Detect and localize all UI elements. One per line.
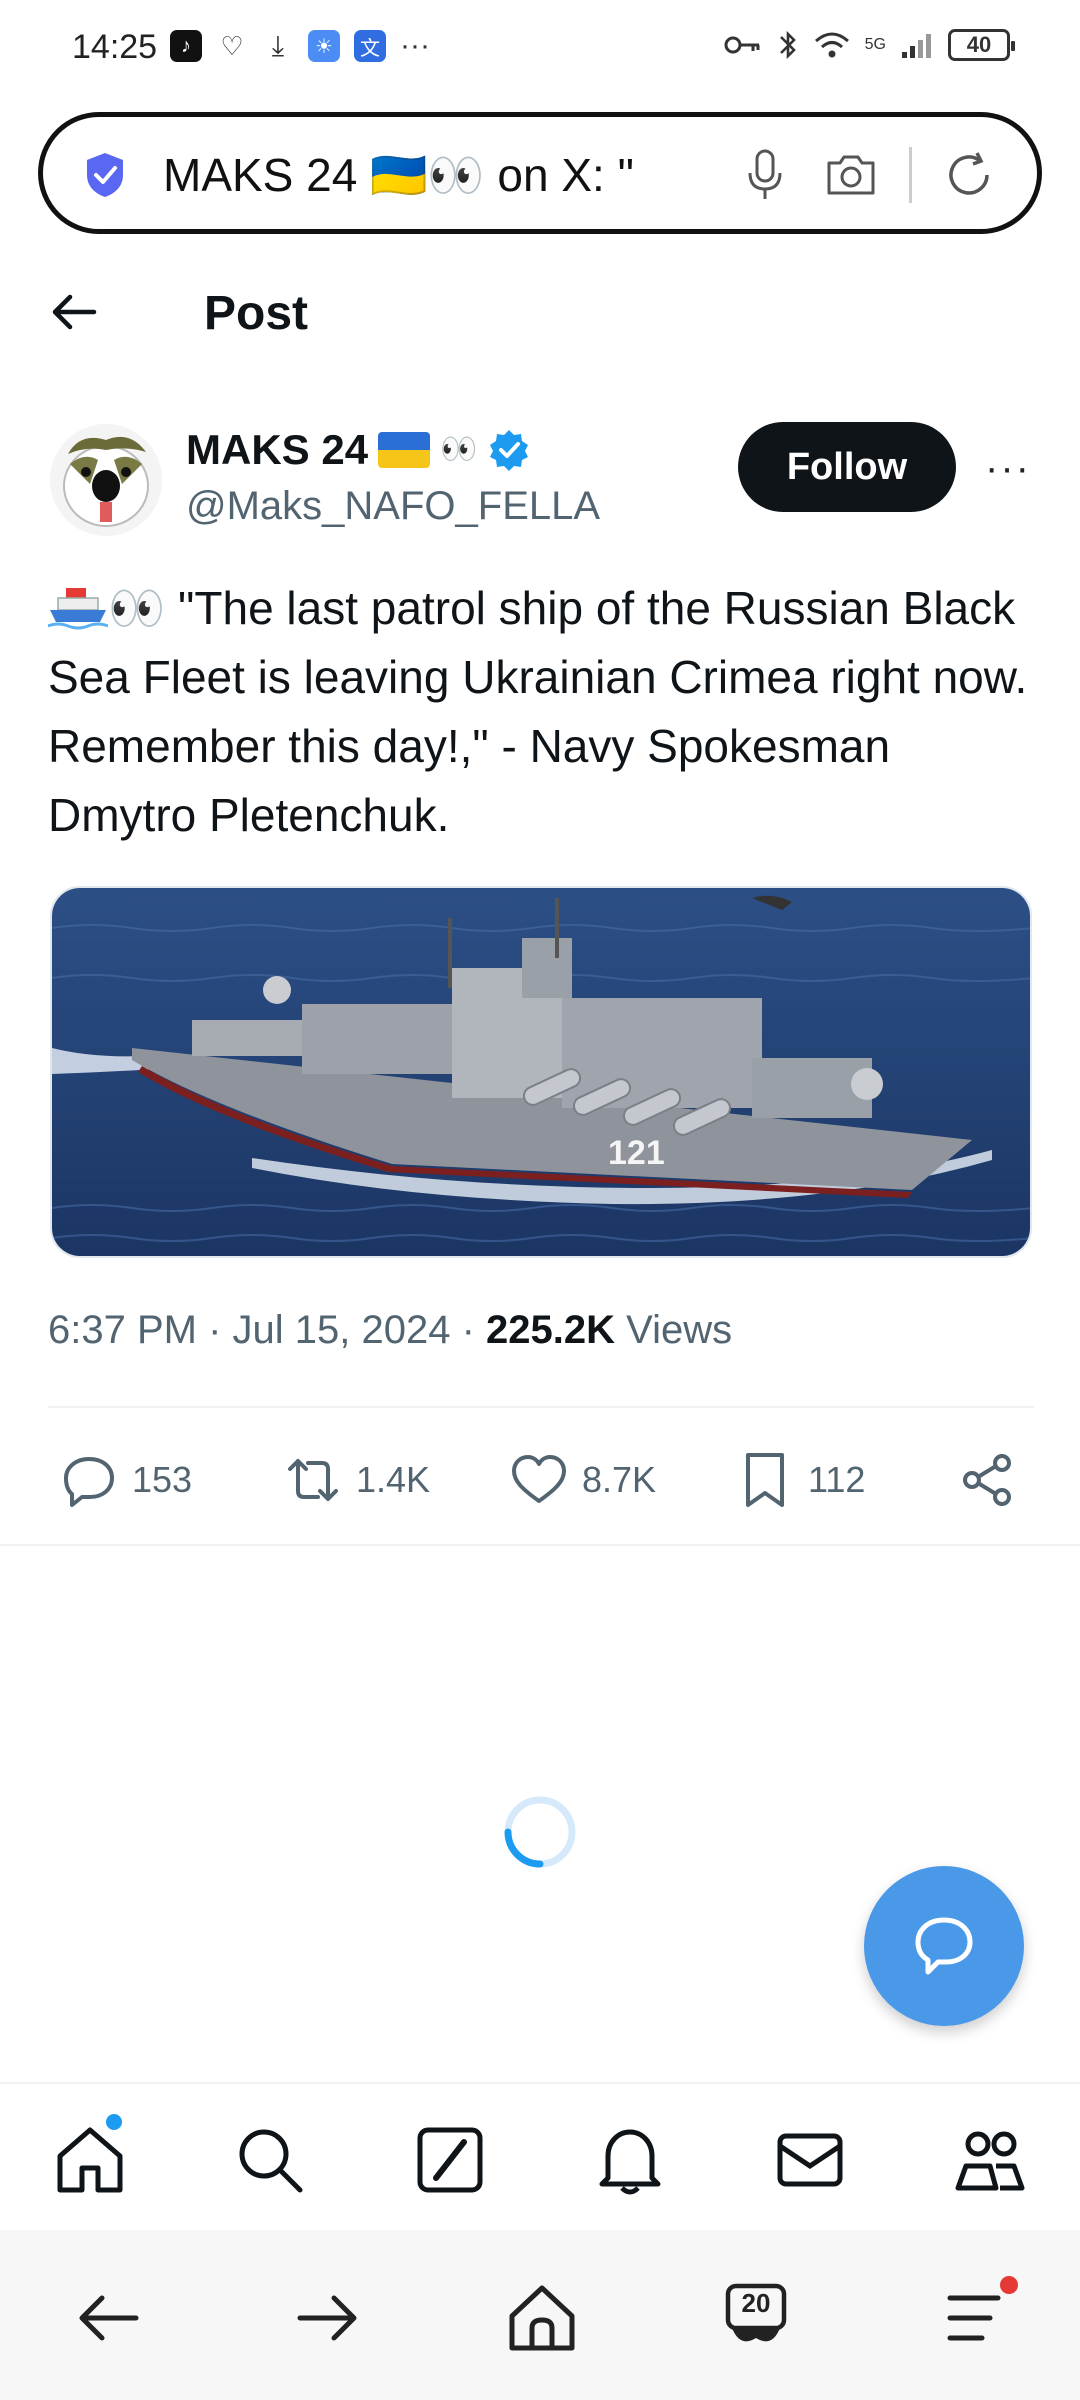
- health-icon: ♡: [220, 30, 244, 61]
- home-icon[interactable]: [52, 2122, 128, 2198]
- author-name[interactable]: MAKS 24 👀: [186, 424, 531, 476]
- divider: [48, 1406, 1034, 1408]
- menu-notification-dot: [1000, 2276, 1018, 2294]
- page-title: Post: [204, 287, 309, 340]
- avatar[interactable]: [50, 424, 162, 536]
- bottom-navigation: [0, 2082, 1080, 2230]
- more-notifications-icon: ···: [400, 29, 430, 62]
- microphone-icon[interactable]: [743, 147, 787, 203]
- notification-dot: [106, 2114, 122, 2130]
- battery-indicator: 40: [948, 29, 1015, 61]
- warship-photo: 121: [52, 888, 1030, 1256]
- reply-button[interactable]: 153: [60, 1440, 192, 1520]
- views-count: 225.2K: [486, 1308, 616, 1352]
- repost-icon: [288, 1459, 338, 1501]
- chat-bubble-icon: [915, 1917, 973, 1975]
- communities-icon[interactable]: [952, 2122, 1028, 2198]
- bluetooth-icon: [779, 30, 796, 60]
- avatar-image: [50, 424, 162, 536]
- meta-separator: ·: [208, 1308, 233, 1352]
- download-icon: ⤓: [271, 29, 285, 61]
- status-bar: 14:25 ♪ ♡ ⤓ ☀ 文 ··· 5G 40: [0, 0, 1080, 100]
- notification-icons: ♪ ♡ ⤓ ☀ 文 ···: [170, 30, 430, 62]
- browser-forward-icon[interactable]: [290, 2280, 366, 2356]
- camera-icon[interactable]: [823, 151, 879, 199]
- hull-number: 121: [608, 1134, 665, 1172]
- more-options-icon[interactable]: ···: [980, 440, 1036, 496]
- tweet-time[interactable]: 6:37 PM: [48, 1308, 197, 1352]
- network-type: 5G: [864, 36, 886, 53]
- address-text[interactable]: MAKS 24 🇺🇦👀 on X: ": [163, 145, 713, 205]
- tweet-date[interactable]: Jul 15, 2024: [233, 1308, 451, 1352]
- messages-icon[interactable]: [772, 2122, 848, 2198]
- translate-icon: 文: [354, 30, 386, 62]
- action-bar: 153 1.4K 8.7K 112: [0, 1440, 1080, 1520]
- search-icon[interactable]: [232, 2122, 308, 2198]
- browser-toolbar: 20: [0, 2230, 1080, 2400]
- verified-badge-icon: [490, 430, 529, 471]
- like-count: 8.7K: [582, 1459, 657, 1500]
- ukraine-flag-icon: [378, 432, 431, 468]
- shield-icon: [87, 153, 123, 197]
- tweet-body: "The last patrol ship of the Russian Bla…: [48, 582, 1028, 841]
- tweet-emoji: 👀: [108, 582, 166, 634]
- heart-icon: [512, 1455, 566, 1503]
- meta-separator: ·: [461, 1308, 487, 1352]
- author-handle[interactable]: @Maks_NAFO_FELLA: [186, 480, 600, 532]
- bookmark-icon: [746, 1453, 784, 1507]
- compose-reply-button[interactable]: [864, 1866, 1024, 2026]
- views-label: Views: [626, 1308, 733, 1352]
- tweet-text: 👀 "The last patrol ship of the Russian B…: [48, 574, 1038, 850]
- reload-icon[interactable]: [943, 149, 995, 201]
- weather-icon: ☀: [308, 30, 340, 62]
- address-divider: [909, 147, 912, 203]
- signal-icon: [902, 34, 931, 58]
- bookmark-count: 112: [808, 1459, 866, 1500]
- wifi-icon: [814, 32, 849, 58]
- reply-count: 153: [132, 1459, 193, 1500]
- author-name-emoji: 👀: [440, 433, 478, 466]
- tiktok-icon: ♪: [170, 30, 202, 62]
- address-bar[interactable]: MAKS 24 🇺🇦👀 on X: ": [38, 112, 1042, 234]
- key-icon: [724, 36, 760, 54]
- browser-home-icon[interactable]: [504, 2280, 580, 2356]
- post-header: Post: [0, 260, 1080, 370]
- tweet-image[interactable]: 121: [50, 886, 1032, 1258]
- repost-button[interactable]: 1.4K: [284, 1440, 430, 1520]
- tweet-meta: 6:37 PM · Jul 15, 2024 · 225.2K Views: [48, 1300, 732, 1360]
- loading-spinner-icon: [504, 1796, 576, 1868]
- bookmark-button[interactable]: 112: [736, 1440, 865, 1520]
- share-icon: [963, 1454, 1011, 1506]
- tab-count[interactable]: 20: [724, 2288, 788, 2319]
- divider: [0, 1544, 1080, 1546]
- share-button[interactable]: [958, 1440, 1016, 1520]
- like-button[interactable]: 8.7K: [510, 1440, 656, 1520]
- back-arrow-icon[interactable]: [46, 284, 102, 340]
- repost-count: 1.4K: [356, 1459, 431, 1500]
- follow-button[interactable]: Follow: [738, 422, 956, 512]
- reply-icon: [64, 1457, 114, 1507]
- notifications-bell-icon[interactable]: [592, 2122, 668, 2198]
- status-time: 14:25: [72, 28, 158, 66]
- author-name-text: MAKS 24: [186, 426, 369, 473]
- system-icons: 5G 40: [723, 28, 1015, 62]
- grok-icon[interactable]: [412, 2122, 488, 2198]
- browser-back-icon[interactable]: [70, 2280, 146, 2356]
- ship-emoji-icon: [48, 588, 108, 630]
